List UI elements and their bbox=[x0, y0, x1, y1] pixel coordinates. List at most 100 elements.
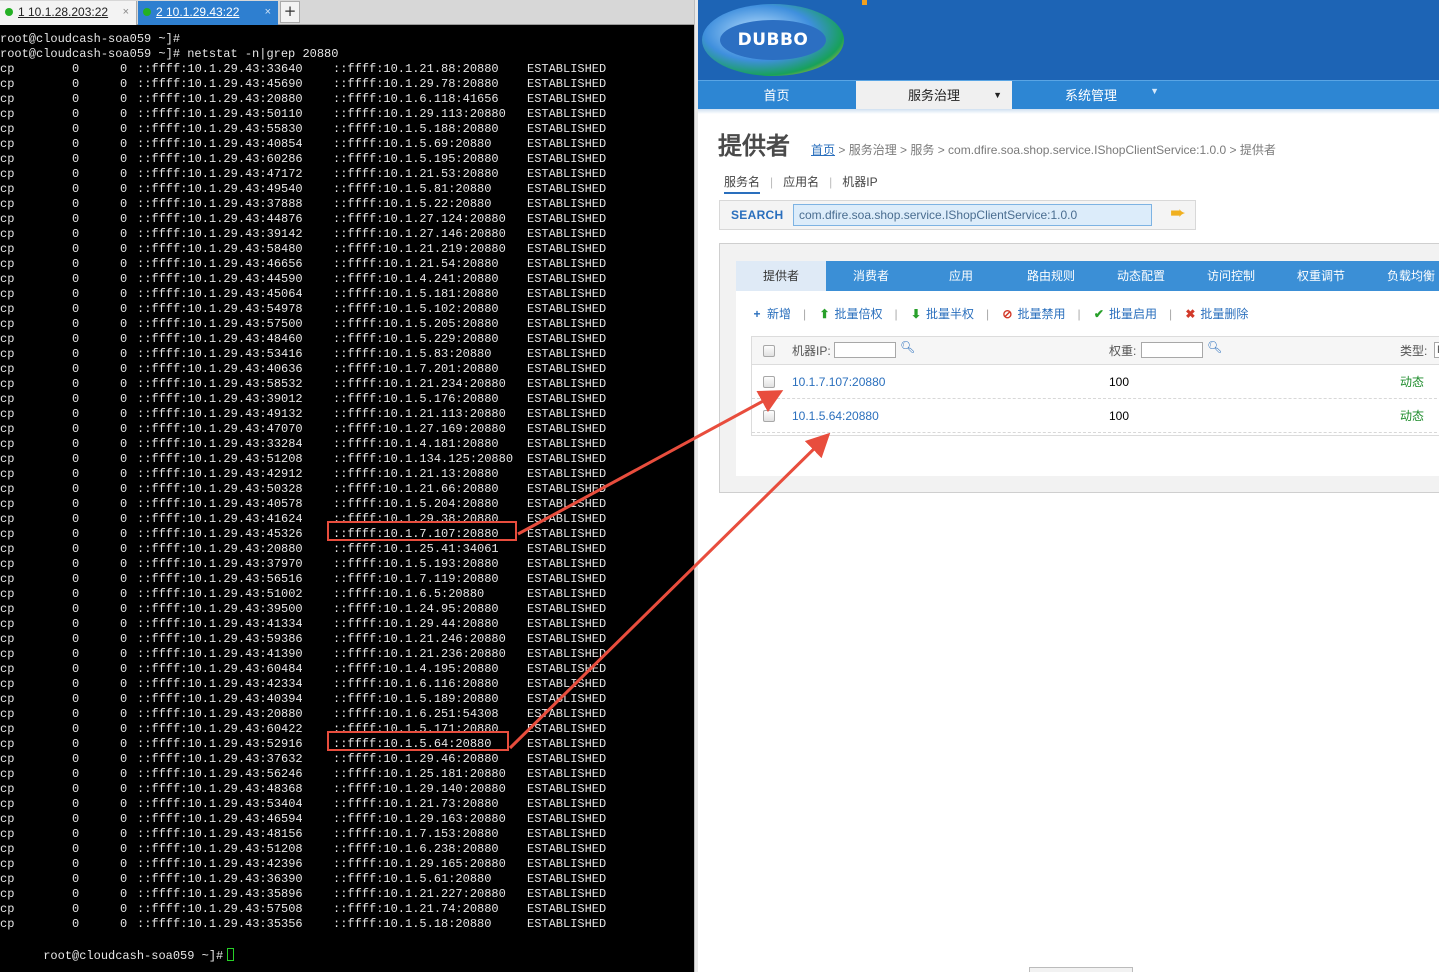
provider-ip-link[interactable]: 10.1.7.107:20880 bbox=[792, 366, 885, 399]
close-icon[interactable]: × bbox=[265, 1, 271, 23]
netstat-local-address: ::ffff:10.1.29.43:20880 bbox=[137, 542, 303, 556]
netstat-row: cp 0 0::ffff:10.1.29.43:56246::ffff:10.1.2… bbox=[0, 767, 694, 782]
search-input[interactable] bbox=[793, 204, 1152, 226]
netstat-row: cp 0 0::ffff:10.1.29.43:56516::ffff:10.1.7… bbox=[0, 572, 694, 587]
nav-system-management[interactable]: 系统管理 ▼ bbox=[1013, 81, 1169, 110]
row-checkbox[interactable] bbox=[763, 376, 775, 388]
netstat-foreign-address: ::ffff:10.1.27.169:20880 bbox=[333, 422, 506, 436]
new-tab-button[interactable]: + bbox=[280, 1, 300, 23]
terminal-tab-1[interactable]: 1 10.1.28.203:22 × bbox=[0, 1, 137, 25]
netstat-sendq: 0 bbox=[120, 782, 128, 796]
add-button[interactable]: + 新增 bbox=[750, 305, 791, 322]
netstat-recvq: 0 bbox=[72, 557, 80, 571]
netstat-row: cp 0 0::ffff:10.1.29.43:51002::ffff:10.1.6… bbox=[0, 587, 694, 602]
tab-routing-rules[interactable]: 路由规则 bbox=[1006, 261, 1096, 291]
netstat-row: cp 0 0::ffff:10.1.29.43:48460::ffff:10.1.5… bbox=[0, 332, 694, 347]
netstat-proto: cp bbox=[0, 812, 15, 826]
netstat-proto: cp bbox=[0, 257, 15, 271]
dubbo-header: DUBBO bbox=[698, 0, 1439, 80]
netstat-recvq: 0 bbox=[72, 167, 80, 181]
nav-service-governance[interactable]: 服务治理 ▼ bbox=[856, 81, 1012, 110]
netstat-proto: cp bbox=[0, 242, 15, 256]
netstat-local-address: ::ffff:10.1.29.43:50110 bbox=[137, 107, 303, 121]
netstat-foreign-address: ::ffff:10.1.21.88:20880 bbox=[333, 62, 499, 76]
close-icon[interactable]: × bbox=[123, 1, 129, 23]
terminal-final-prompt[interactable]: root@cloudcash-soa059 ~]# bbox=[0, 933, 235, 963]
breadcrumb-home-link[interactable]: 首页 bbox=[811, 143, 835, 157]
netstat-row: cp 0 0::ffff:10.1.29.43:44876::ffff:10.1.2… bbox=[0, 212, 694, 227]
netstat-proto: cp bbox=[0, 827, 15, 841]
tab-load-balance[interactable]: 负载均衡 bbox=[1366, 261, 1439, 291]
netstat-sendq: 0 bbox=[120, 62, 128, 76]
batch-double-weight-button[interactable]: ⬆ 批量倍权 bbox=[817, 305, 882, 322]
row-checkbox[interactable] bbox=[763, 410, 775, 422]
netstat-foreign-address: ::ffff:10.1.21.246:20880 bbox=[333, 632, 506, 646]
netstat-recvq: 0 bbox=[72, 152, 80, 166]
netstat-recvq: 0 bbox=[72, 857, 80, 871]
netstat-row: cp 0 0::ffff:10.1.29.43:37632::ffff:10.1.2… bbox=[0, 752, 694, 767]
netstat-foreign-address: ::ffff:10.1.27.146:20880 bbox=[333, 227, 506, 241]
search-tab-service-name[interactable]: 服务名 bbox=[724, 173, 761, 194]
tab-applications[interactable]: 应用 bbox=[916, 261, 1006, 291]
table-row: 10.1.5.64:20880 100 动态 bbox=[752, 400, 1439, 433]
netstat-proto: cp bbox=[0, 917, 15, 931]
netstat-proto: cp bbox=[0, 212, 15, 226]
netstat-foreign-address: ::ffff:10.1.21.73:20880 bbox=[333, 797, 499, 811]
netstat-proto: cp bbox=[0, 857, 15, 871]
type-filter-select[interactable]: F bbox=[1434, 342, 1439, 358]
netstat-sendq: 0 bbox=[120, 407, 128, 421]
batch-half-weight-button[interactable]: ⬇ 批量半权 bbox=[909, 305, 974, 322]
netstat-local-address: ::ffff:10.1.29.43:51002 bbox=[137, 587, 303, 601]
dubbo-logo-center: DUBBO bbox=[720, 20, 826, 60]
netstat-state: ESTABLISHED bbox=[527, 197, 607, 211]
netstat-sendq: 0 bbox=[120, 917, 128, 931]
provider-ip-link[interactable]: 10.1.5.64:20880 bbox=[792, 400, 879, 433]
netstat-sendq: 0 bbox=[120, 332, 128, 346]
nav-home[interactable]: 首页 bbox=[698, 81, 855, 110]
tab-access-control[interactable]: 访问控制 bbox=[1186, 261, 1276, 291]
netstat-proto: cp bbox=[0, 467, 15, 481]
netstat-recvq: 0 bbox=[72, 887, 80, 901]
terminal-tab-2[interactable]: 2 10.1.29.43:22 × bbox=[138, 1, 278, 25]
tab-consumers[interactable]: 消费者 bbox=[826, 261, 916, 291]
tab-dynamic-config[interactable]: 动态配置 bbox=[1096, 261, 1186, 291]
search-tab-application[interactable]: 应用名 bbox=[783, 173, 819, 190]
select-all-checkbox[interactable] bbox=[763, 345, 775, 357]
batch-disable-button[interactable]: ⊘ 批量禁用 bbox=[1000, 305, 1065, 322]
terminal-tab-label: 2 10.1.29.43:22 bbox=[156, 5, 240, 19]
tab-providers[interactable]: 提供者 bbox=[736, 261, 826, 291]
netstat-local-address: ::ffff:10.1.29.43:41624 bbox=[137, 512, 303, 526]
search-go-arrow-icon[interactable]: ➨ bbox=[1167, 204, 1189, 225]
batch-delete-button[interactable]: ✖ 批量删除 bbox=[1183, 305, 1248, 322]
ip-filter-input[interactable] bbox=[834, 342, 896, 358]
dubbo-logo[interactable]: DUBBO bbox=[702, 4, 844, 76]
weight-filter-input[interactable] bbox=[1141, 342, 1203, 358]
netstat-sendq: 0 bbox=[120, 857, 128, 871]
terminal-window[interactable]: 1 10.1.28.203:22 × 2 10.1.29.43:22 × + r… bbox=[0, 0, 694, 972]
terminal-tab-bar: 1 10.1.28.203:22 × 2 10.1.29.43:22 × + bbox=[0, 0, 694, 25]
netstat-local-address: ::ffff:10.1.29.43:39142 bbox=[137, 227, 303, 241]
connected-status-icon bbox=[143, 8, 151, 16]
netstat-sendq: 0 bbox=[120, 377, 128, 391]
search-tab-machine-ip[interactable]: 机器IP bbox=[842, 173, 877, 190]
netstat-recvq: 0 bbox=[72, 662, 80, 676]
netstat-recvq: 0 bbox=[72, 182, 80, 196]
netstat-foreign-address: ::ffff:10.1.5.188:20880 bbox=[333, 122, 499, 136]
netstat-sendq: 0 bbox=[120, 122, 128, 136]
horizontal-scrollbar[interactable] bbox=[1029, 967, 1133, 972]
batch-enable-button[interactable]: ✔ 批量启用 bbox=[1092, 305, 1157, 322]
nav-governance-label: 服务治理 bbox=[907, 88, 960, 103]
netstat-local-address: ::ffff:10.1.29.43:58532 bbox=[137, 377, 303, 391]
search-icon[interactable]: 🔍︎ bbox=[1207, 340, 1222, 354]
netstat-local-address: ::ffff:10.1.29.43:55830 bbox=[137, 122, 303, 136]
provider-type: 动态 bbox=[1400, 375, 1425, 389]
netstat-proto: cp bbox=[0, 77, 15, 91]
netstat-proto: cp bbox=[0, 557, 15, 571]
netstat-state: ESTABLISHED bbox=[527, 512, 607, 526]
netstat-recvq: 0 bbox=[72, 752, 80, 766]
provider-weight: 100 bbox=[1109, 409, 1130, 423]
tab-weight-adjust[interactable]: 权重调节 bbox=[1276, 261, 1366, 291]
netstat-proto: cp bbox=[0, 122, 15, 136]
search-icon[interactable]: 🔍︎ bbox=[900, 340, 915, 354]
netstat-local-address: ::ffff:10.1.29.43:35896 bbox=[137, 887, 303, 901]
